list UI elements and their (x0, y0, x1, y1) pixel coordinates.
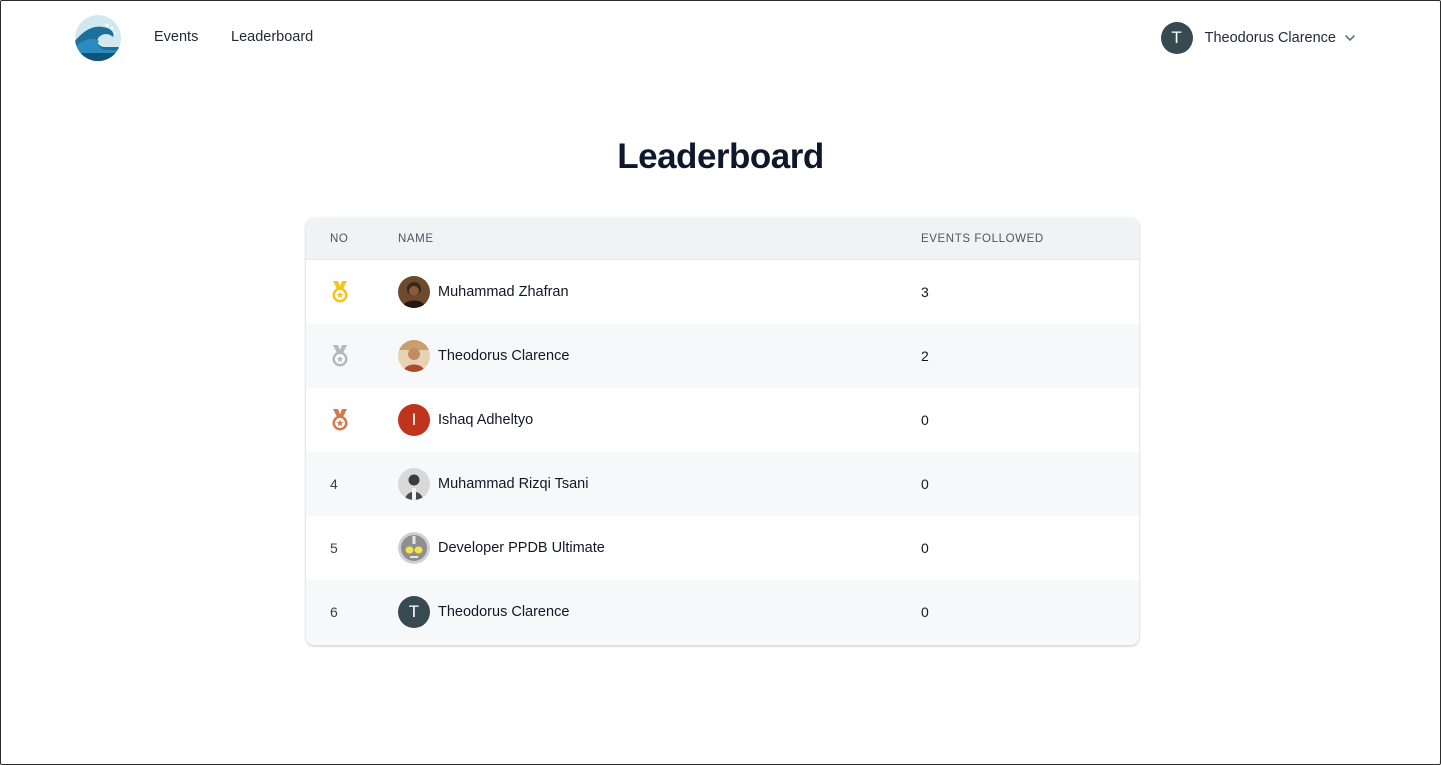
gold-medal-icon (332, 281, 348, 303)
avatar (398, 468, 430, 500)
table-row: 6 T Theodorus Clarence 0 (306, 580, 1139, 644)
app-window: Events Leaderboard T Theodorus Clarence … (0, 0, 1441, 765)
events-count: 3 (921, 284, 929, 300)
nav-link-events[interactable]: Events (154, 29, 198, 45)
events-count: 2 (921, 348, 929, 364)
user-name-text: Theodorus Clarence (438, 604, 570, 620)
column-header-no: NO (330, 233, 349, 245)
user-name-text: Theodorus Clarence (438, 348, 570, 364)
name-cell: Muhammad Rizqi Tsani (398, 452, 588, 516)
user-name-text: Muhammad Zhafran (438, 284, 569, 300)
events-count: 0 (921, 540, 929, 556)
table-row: Muhammad Zhafran 3 (306, 260, 1139, 324)
leaderboard-table: NO NAME EVENTS FOLLOWED Muhammad Zhafran… (306, 218, 1139, 645)
user-avatar: T (1160, 22, 1193, 54)
avatar (398, 340, 430, 372)
name-cell: I Ishaq Adheltyo (398, 388, 533, 452)
avatar (398, 276, 430, 308)
table-header: NO NAME EVENTS FOLLOWED (306, 218, 1139, 260)
rank-number: 5 (330, 540, 338, 556)
events-count: 0 (921, 412, 929, 428)
events-count: 0 (921, 604, 929, 620)
logo-wave-icon[interactable] (75, 15, 121, 61)
name-cell: Muhammad Zhafran (398, 260, 569, 324)
user-menu[interactable]: T Theodorus Clarence (1160, 22, 1356, 54)
user-name-text: Developer PPDB Ultimate (438, 540, 605, 556)
table-row: Theodorus Clarence 2 (306, 324, 1139, 388)
table-row: I Ishaq Adheltyo 0 (306, 388, 1139, 452)
chevron-down-icon (1345, 35, 1355, 41)
table-row: 5 Developer PPDB Ultimate 0 (306, 516, 1139, 580)
name-cell: Developer PPDB Ultimate (398, 516, 605, 580)
avatar (398, 532, 430, 564)
user-name-text: Ishaq Adheltyo (438, 412, 534, 428)
events-count: 0 (921, 476, 929, 492)
rank-cell (330, 324, 350, 388)
rank-number: 6 (330, 604, 338, 620)
user-name-text: Muhammad Rizqi Tsani (438, 476, 589, 492)
column-header-name: NAME (398, 233, 434, 245)
name-cell: Theodorus Clarence (398, 324, 569, 388)
silver-medal-icon (332, 345, 348, 367)
nav-link-leaderboard[interactable]: Leaderboard (231, 29, 313, 45)
rank-cell (330, 388, 350, 452)
avatar: T (398, 596, 430, 628)
name-cell: T Theodorus Clarence (398, 580, 569, 644)
rank-number: 4 (330, 476, 338, 492)
table-row: 4 Muhammad Rizqi Tsani 0 (306, 452, 1139, 516)
bronze-medal-icon (332, 409, 348, 431)
avatar: I (398, 404, 430, 436)
column-header-events-followed: EVENTS FOLLOWED (921, 233, 1044, 245)
page-title: Leaderboard (617, 137, 824, 176)
top-navbar: Events Leaderboard T Theodorus Clarence (1, 1, 1440, 75)
rank-cell (330, 260, 350, 324)
user-name: Theodorus Clarence (1204, 30, 1336, 46)
